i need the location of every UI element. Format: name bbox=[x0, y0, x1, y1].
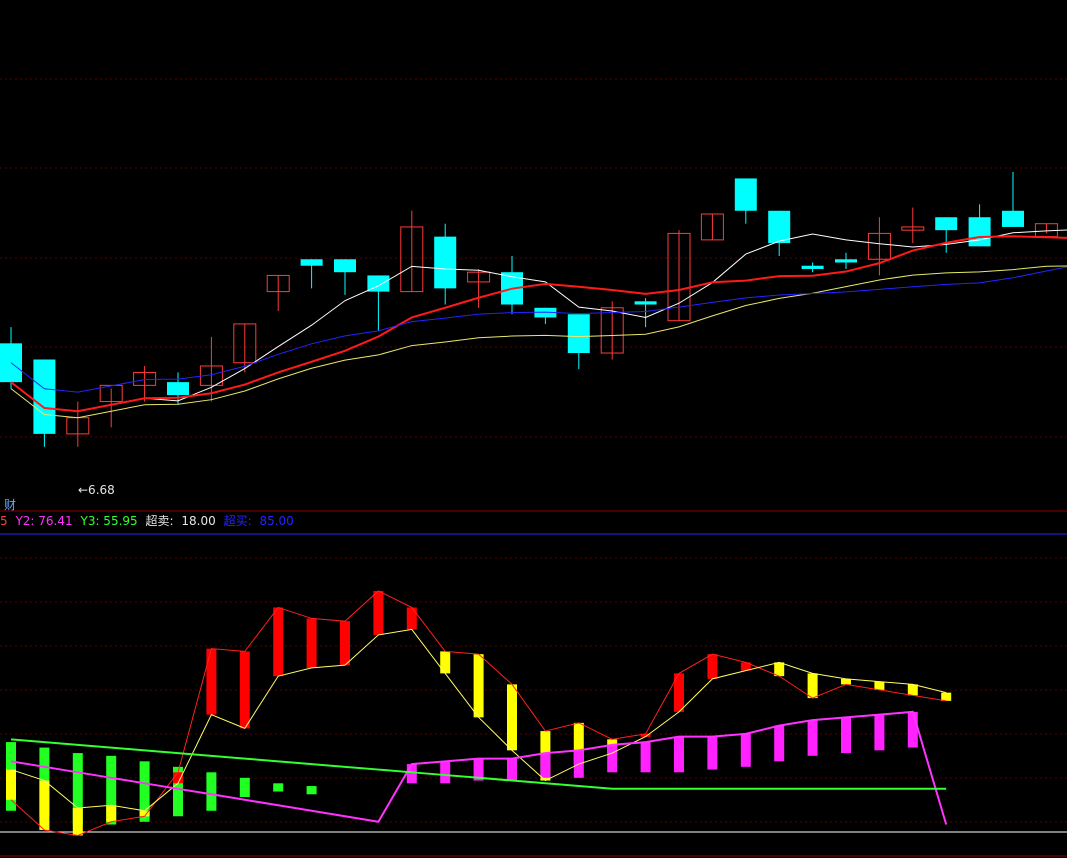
candle-body bbox=[33, 359, 56, 434]
magenta-bar bbox=[640, 742, 651, 773]
candle-body bbox=[801, 265, 824, 269]
signal-bar bbox=[440, 651, 451, 674]
gridlines bbox=[0, 78, 1067, 857]
signal-bar bbox=[941, 692, 952, 701]
candle-body bbox=[634, 301, 657, 305]
signal-bar bbox=[707, 654, 718, 679]
green-bar bbox=[206, 772, 217, 811]
signal-bar bbox=[340, 621, 350, 666]
signal-bar bbox=[273, 607, 284, 677]
indicator-panel bbox=[6, 590, 952, 837]
magenta-bar bbox=[406, 764, 417, 784]
magenta-bar bbox=[807, 720, 818, 756]
candle-body bbox=[734, 178, 757, 211]
signal-bar bbox=[72, 808, 83, 836]
magenta-bar bbox=[540, 753, 551, 778]
signal-bar bbox=[406, 607, 417, 630]
candle-body bbox=[1002, 210, 1024, 227]
magenta-bar bbox=[507, 758, 517, 781]
candle-body bbox=[334, 259, 356, 273]
magenta-bar bbox=[740, 733, 751, 767]
stock-chart bbox=[0, 78, 1067, 857]
price-panel bbox=[0, 171, 1067, 447]
signal-bar bbox=[373, 590, 384, 635]
candle-body bbox=[434, 236, 457, 289]
green-bar bbox=[306, 786, 317, 795]
magenta-bar bbox=[874, 714, 885, 751]
signal-bar bbox=[874, 681, 885, 690]
signal-bar bbox=[239, 651, 250, 729]
magenta-bar bbox=[774, 725, 785, 762]
magenta-bar bbox=[440, 761, 451, 784]
signal-bar bbox=[39, 780, 50, 831]
candle-body bbox=[300, 259, 323, 266]
signal-bar bbox=[206, 648, 217, 715]
signal-bar bbox=[6, 769, 16, 800]
ma30-line bbox=[10, 266, 1067, 393]
signal-bar bbox=[173, 772, 183, 784]
signal-bar bbox=[306, 618, 317, 668]
candle-body bbox=[835, 259, 857, 263]
magenta-bar bbox=[674, 736, 684, 773]
signal-bar bbox=[106, 805, 117, 822]
candle-body bbox=[935, 217, 958, 231]
magenta-bar bbox=[607, 744, 618, 773]
candle-body bbox=[567, 314, 590, 354]
magenta-bar bbox=[707, 736, 718, 770]
signal-bar bbox=[507, 684, 517, 751]
signal-bar bbox=[774, 662, 785, 677]
green-bar bbox=[239, 777, 250, 798]
magenta-bar bbox=[841, 717, 851, 754]
magenta-bar bbox=[907, 711, 918, 748]
signal-bar bbox=[807, 673, 818, 699]
green-bar bbox=[273, 783, 284, 792]
candle-body bbox=[167, 382, 189, 396]
signal-bar bbox=[907, 684, 918, 696]
candle-body bbox=[768, 210, 791, 244]
candle-body bbox=[968, 217, 991, 247]
signal-bar bbox=[473, 654, 484, 718]
signal-bar bbox=[841, 678, 851, 685]
